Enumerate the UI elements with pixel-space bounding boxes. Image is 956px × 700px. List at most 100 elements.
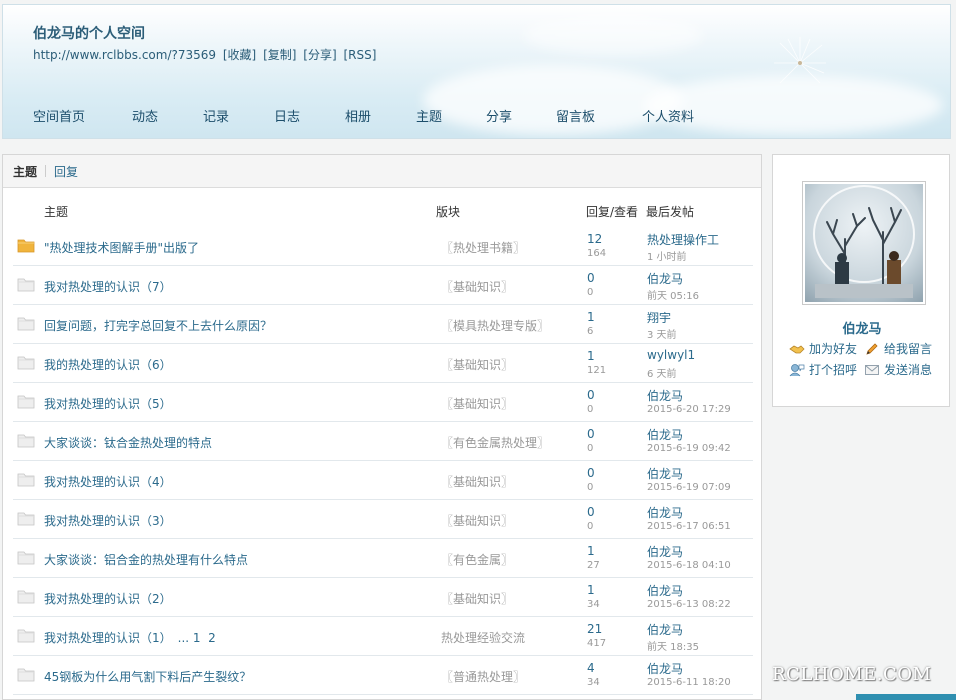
space-nav: 空间首页 动态 记录 日志 相册 主题 分享 留言板 个人资料 — [33, 106, 722, 125]
table-row: "热处理技术图解手册"出版了 〖热处理书籍〗 12 164 热处理操作工 1 小时前 — [13, 227, 753, 266]
thread-replies: 0 — [587, 466, 595, 480]
handshake-icon — [789, 344, 805, 353]
thread-pagination[interactable]: ... 1 2 — [178, 631, 216, 645]
nav-blog[interactable]: 日志 — [274, 106, 345, 125]
folder-icon — [17, 512, 35, 526]
thread-last-user[interactable]: wylwyl1 — [647, 348, 695, 362]
nav-album[interactable]: 相册 — [345, 106, 416, 125]
col-last-post: 最后发帖 — [646, 205, 695, 219]
thread-forum[interactable]: 〖基础知识〗 — [441, 473, 513, 490]
nav-threads[interactable]: 主题 — [416, 106, 486, 125]
thread-replies: 0 — [587, 271, 595, 285]
dandelion-decoration — [774, 37, 826, 84]
thread-last-user[interactable]: 翔宇 — [647, 309, 671, 326]
thread-title[interactable]: 我的热处理的认识（6） — [44, 356, 172, 373]
thread-title[interactable]: 45钢板为什么用气割下料后产生裂纹？ — [44, 668, 251, 685]
nav-home[interactable]: 空间首页 — [33, 106, 132, 125]
thread-replies: 1 — [587, 583, 595, 597]
folder-hot-icon — [17, 239, 35, 253]
nav-profile[interactable]: 个人资料 — [642, 106, 722, 125]
thread-last-user[interactable]: 伯龙马 — [647, 660, 683, 677]
thread-last-time: 2015-6-17 06:51 — [647, 521, 731, 532]
thread-title[interactable]: 大家谈谈：钛合金热处理的特点 — [44, 434, 212, 451]
pencil-icon — [866, 342, 878, 355]
send-message-button[interactable]: 发送消息 — [864, 361, 932, 378]
table-header: 主题 版块 回复/查看 最后发帖 — [3, 203, 763, 221]
thread-last-time: 2015-6-18 04:10 — [647, 560, 731, 571]
corner-strip — [856, 694, 956, 700]
thread-title[interactable]: 我对热处理的认识（4） — [44, 473, 172, 490]
envelope-icon — [865, 364, 879, 375]
add-friend-button[interactable]: 加为好友 — [789, 340, 857, 357]
thread-last-user[interactable]: 热处理操作工 — [647, 231, 719, 248]
thread-forum[interactable]: 〖热处理书籍〗 — [441, 239, 525, 256]
thread-forum[interactable]: 〖基础知识〗 — [441, 590, 513, 607]
send-message-label: 发送消息 — [884, 363, 933, 377]
thread-title-text[interactable]: 我对热处理的认识（1） — [44, 631, 172, 645]
space-title[interactable]: 伯龙马的个人空间 — [33, 23, 145, 43]
nav-records[interactable]: 记录 — [203, 106, 274, 125]
nav-feed[interactable]: 动态 — [132, 106, 203, 125]
greet-label: 打个招呼 — [809, 363, 858, 377]
thread-forum[interactable]: 〖普通热处理〗 — [441, 668, 525, 685]
thread-replies: 21 — [587, 622, 603, 636]
thread-last-time: 1 小时前 — [647, 252, 687, 263]
table-row: 回复问题，打完字总回复不上去什么原因？ 〖模具热处理专版〗 1 6 翔宇 3 天前 — [13, 305, 753, 344]
thread-views: 0 — [587, 287, 594, 298]
thread-last-user[interactable]: 伯龙马 — [647, 387, 683, 404]
col-forum: 版块 — [436, 205, 461, 219]
tab-threads[interactable]: 主题 — [13, 163, 37, 180]
thread-last-user[interactable]: 伯龙马 — [647, 465, 683, 482]
nav-guestbook[interactable]: 留言板 — [556, 106, 642, 125]
table-row: 我对热处理的认识（4） 〖基础知识〗 0 0 伯龙马 2015-6-19 07:09 — [13, 461, 753, 500]
thread-title[interactable]: 我对热处理的认识（7） — [44, 278, 172, 295]
thread-last-user[interactable]: 伯龙马 — [647, 270, 683, 287]
thread-forum[interactable]: 〖有色金属热处理〗 — [441, 434, 549, 451]
copy-link[interactable]: [复制] — [263, 48, 296, 62]
leave-message-button[interactable]: 给我留言 — [864, 340, 932, 357]
nav-share[interactable]: 分享 — [486, 106, 556, 125]
space-header: 伯龙马的个人空间 http://www.rclbbs.com/?73569 [收… — [2, 4, 951, 139]
thread-title[interactable]: 我对热处理的认识（5） — [44, 395, 172, 412]
thread-last-user[interactable]: 伯龙马 — [647, 426, 683, 443]
thread-tabs: 主题 回复 — [3, 155, 761, 188]
thread-replies: 1 — [587, 310, 595, 324]
thread-title[interactable]: "热处理技术图解手册"出版了 — [44, 239, 199, 256]
folder-icon — [17, 590, 35, 604]
thread-last-user[interactable]: 伯龙马 — [647, 504, 683, 521]
folder-icon — [17, 356, 35, 370]
greet-button[interactable]: 打个招呼 — [789, 361, 857, 378]
thread-last-time: 2015-6-19 09:42 — [647, 443, 731, 454]
thread-last-time: 2015-6-20 17:29 — [647, 404, 731, 415]
thread-forum[interactable]: 〖基础知识〗 — [441, 356, 513, 373]
thread-forum[interactable]: 〖有色金属〗 — [441, 551, 513, 568]
thread-last-user[interactable]: 伯龙马 — [647, 543, 683, 560]
tab-replies[interactable]: 回复 — [54, 163, 78, 180]
folder-icon — [17, 317, 35, 331]
rss-link[interactable]: [RSS] — [343, 48, 376, 62]
space-url[interactable]: http://www.rclbbs.com/?73569 — [33, 48, 216, 62]
thread-last-user[interactable]: 伯龙马 — [647, 582, 683, 599]
thread-forum[interactable]: 热处理经验交流 — [441, 629, 525, 646]
thread-views: 0 — [587, 443, 594, 454]
thread-title[interactable]: 我对热处理的认识（3） — [44, 512, 172, 529]
thread-forum[interactable]: 〖基础知识〗 — [441, 278, 513, 295]
thread-forum[interactable]: 〖模具热处理专版〗 — [441, 317, 549, 334]
thread-views: 121 — [587, 365, 607, 376]
thread-title[interactable]: 回复问题，打完字总回复不上去什么原因？ — [44, 317, 272, 334]
space-links: http://www.rclbbs.com/?73569 [收藏] [复制] [… — [33, 46, 379, 63]
thread-title[interactable]: 大家谈谈：铝合金的热处理有什么特点 — [44, 551, 248, 568]
thread-forum[interactable]: 〖基础知识〗 — [441, 395, 513, 412]
thread-last-time: 2015-6-19 07:09 — [647, 482, 731, 493]
thread-replies: 0 — [587, 388, 595, 402]
thread-forum[interactable]: 〖基础知识〗 — [441, 512, 513, 529]
share-link[interactable]: [分享] — [303, 48, 336, 62]
thread-title[interactable]: 我对热处理的认识（2） — [44, 590, 172, 607]
profile-username[interactable]: 伯龙马 — [773, 318, 951, 337]
folder-icon — [17, 473, 35, 487]
avatar[interactable] — [802, 181, 926, 305]
thread-last-user[interactable]: 伯龙马 — [647, 621, 683, 638]
thread-last-time: 前天 18:35 — [647, 642, 699, 653]
favorite-link[interactable]: [收藏] — [223, 48, 256, 62]
thread-last-time: 2015-6-13 08:22 — [647, 599, 731, 610]
